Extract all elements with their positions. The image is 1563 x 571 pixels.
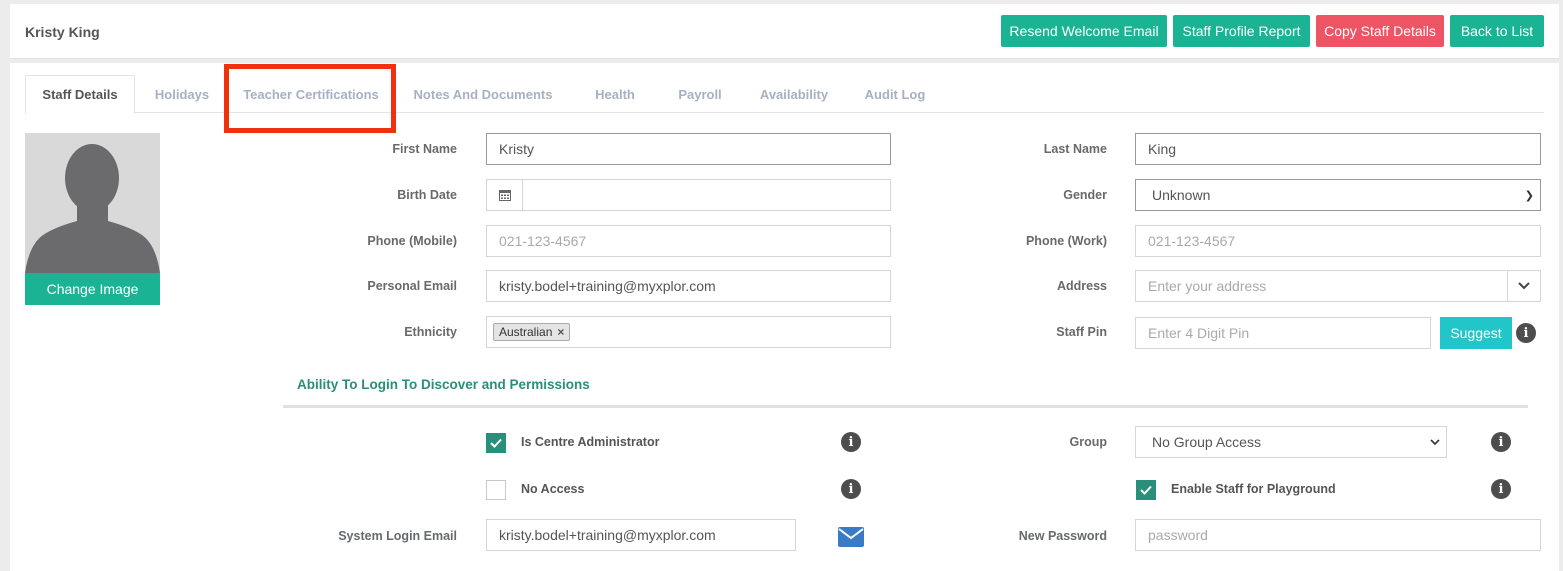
chevron-down-icon: ❯ xyxy=(1524,189,1534,202)
address-input[interactable]: Enter your address xyxy=(1135,270,1541,302)
address-label: Address xyxy=(1056,279,1107,293)
staff-pin-input[interactable]: Enter 4 Digit Pin xyxy=(1135,317,1431,349)
info-icon[interactable]: i xyxy=(1491,479,1511,499)
person-silhouette-icon xyxy=(25,144,160,273)
group-select[interactable]: No Group Access xyxy=(1135,426,1447,458)
tab-payroll[interactable]: Payroll xyxy=(667,75,733,113)
check-icon xyxy=(490,438,502,448)
new-password-label: New Password xyxy=(1018,529,1107,543)
login-email-value: kristy.bodel+training@myxplor.com xyxy=(499,527,716,543)
phone-work-placeholder: 021-123-4567 xyxy=(1148,233,1236,249)
ethnicity-tag-label: Australian xyxy=(499,325,553,339)
personal-email-label: Personal Email xyxy=(367,279,457,293)
highlight-box xyxy=(224,64,396,133)
group-value: No Group Access xyxy=(1152,434,1261,450)
info-icon[interactable]: i xyxy=(841,479,861,499)
staff-details-panel: Staff Details Holidays Teacher Certifica… xyxy=(10,63,1559,571)
staff-profile-report-button[interactable]: Staff Profile Report xyxy=(1173,15,1310,47)
group-label: Group xyxy=(1069,435,1108,449)
first-name-input[interactable]: Kristy xyxy=(486,133,891,165)
resend-welcome-email-button[interactable]: Resend Welcome Email xyxy=(1001,15,1167,47)
ethnicity-label: Ethnicity xyxy=(404,325,457,339)
info-icon[interactable]: i xyxy=(1516,323,1536,343)
phone-mobile-input[interactable]: 021-123-4567 xyxy=(486,225,891,257)
first-name-value: Kristy xyxy=(499,141,534,157)
tab-health[interactable]: Health xyxy=(585,75,645,113)
login-email-label: System Login Email xyxy=(338,529,457,543)
section-title: Ability To Login To Discover and Permiss… xyxy=(297,377,590,392)
phone-mobile-placeholder: 021-123-4567 xyxy=(499,233,587,249)
last-name-label: Last Name xyxy=(1043,142,1107,156)
last-name-value: King xyxy=(1148,141,1177,157)
tab-audit-log[interactable]: Audit Log xyxy=(859,75,931,113)
phone-work-label: Phone (Work) xyxy=(1025,234,1107,248)
personal-email-value: kristy.bodel+training@myxplor.com xyxy=(499,278,716,294)
new-password-placeholder: password xyxy=(1148,527,1208,543)
login-email-input[interactable]: kristy.bodel+training@myxplor.com xyxy=(486,519,796,551)
info-icon[interactable]: i xyxy=(1491,432,1511,452)
tab-availability[interactable]: Availability xyxy=(749,75,839,113)
gender-select[interactable]: Unknown ❯ xyxy=(1135,179,1541,211)
ethnicity-tag: Australian × xyxy=(493,323,571,341)
back-to-list-button[interactable]: Back to List xyxy=(1450,15,1544,47)
section-divider xyxy=(283,405,1528,408)
check-icon xyxy=(1140,485,1152,495)
last-name-input[interactable]: King xyxy=(1135,133,1541,165)
copy-staff-details-button[interactable]: Copy Staff Details xyxy=(1316,15,1444,47)
remove-tag-icon[interactable]: × xyxy=(557,325,564,339)
first-name-label: First Name xyxy=(392,142,457,156)
personal-email-input[interactable]: kristy.bodel+training@myxplor.com xyxy=(486,270,891,302)
change-image-button[interactable]: Change Image xyxy=(25,273,160,305)
no-access-label: No Access xyxy=(521,482,585,496)
gender-value: Unknown xyxy=(1152,187,1211,203)
no-access-checkbox[interactable] xyxy=(486,480,506,500)
staff-pin-label: Staff Pin xyxy=(1056,325,1107,339)
birth-date-label: Birth Date xyxy=(397,188,457,202)
tab-holidays[interactable]: Holidays xyxy=(142,75,222,113)
phone-mobile-label: Phone (Mobile) xyxy=(367,234,457,248)
phone-work-input[interactable]: 021-123-4567 xyxy=(1135,225,1541,257)
gender-label: Gender xyxy=(1063,188,1107,202)
avatar xyxy=(25,133,160,273)
suggest-button[interactable]: Suggest xyxy=(1440,317,1512,349)
address-placeholder: Enter your address xyxy=(1148,278,1267,294)
page-header: Kristy King Resend Welcome Email Staff P… xyxy=(10,4,1559,59)
playground-checkbox[interactable] xyxy=(1136,480,1156,500)
page-title: Kristy King xyxy=(25,24,100,40)
chevron-down-icon xyxy=(1430,438,1440,445)
calendar-icon[interactable] xyxy=(487,180,523,210)
tab-notes-and-documents[interactable]: Notes And Documents xyxy=(408,75,558,113)
envelope-icon[interactable] xyxy=(838,527,864,547)
tab-staff-details[interactable]: Staff Details xyxy=(25,75,135,114)
is-admin-checkbox[interactable] xyxy=(486,433,506,453)
is-admin-label: Is Centre Administrator xyxy=(521,435,660,449)
staff-pin-placeholder: Enter 4 Digit Pin xyxy=(1148,325,1250,341)
playground-label: Enable Staff for Playground xyxy=(1171,482,1336,496)
ethnicity-input[interactable]: Australian × xyxy=(486,316,891,348)
info-icon[interactable]: i xyxy=(841,432,861,452)
new-password-input[interactable]: password xyxy=(1135,519,1541,551)
chevron-down-icon[interactable] xyxy=(1507,271,1540,301)
birth-date-input[interactable] xyxy=(486,179,891,211)
